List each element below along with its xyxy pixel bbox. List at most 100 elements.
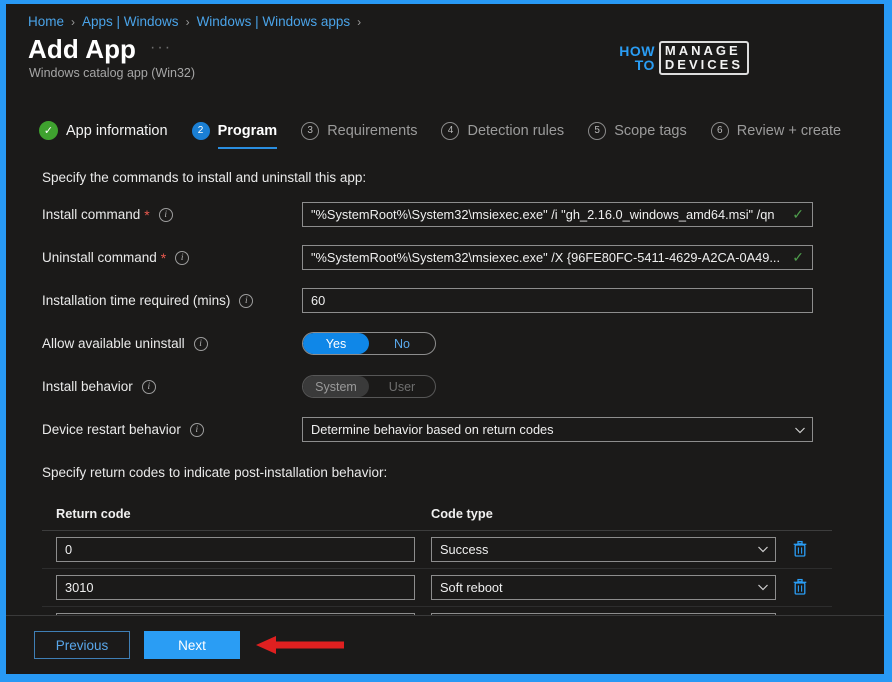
breadcrumb-item-apps-windows[interactable]: Apps | Windows: [82, 15, 179, 29]
select-value: Soft reboot: [440, 579, 503, 595]
label-text: Install behavior: [42, 379, 133, 395]
page-header: Add App ···: [6, 29, 884, 63]
install-command-input[interactable]: "%SystemRoot%\System32\msiexec.exe" /i "…: [302, 202, 813, 228]
installation-time-input[interactable]: 60: [302, 288, 813, 314]
installation-time-label: Installation time required (mins) i: [42, 293, 302, 308]
chevron-down-icon: [757, 543, 769, 555]
allow-uninstall-label: Allow available uninstall i: [42, 336, 302, 351]
install-behavior-label: Install behavior i: [42, 379, 302, 394]
table-row: 0 Success: [42, 531, 832, 569]
input-value: "%SystemRoot%\System32\msiexec.exe" /X {…: [311, 250, 781, 266]
field-install-command: Install command * i "%SystemRoot%\System…: [42, 202, 884, 228]
table-row: 3010 Soft reboot: [42, 569, 832, 607]
logo-manage-text: MANAGE: [664, 43, 741, 59]
validation-check-icon: ✓: [792, 249, 804, 266]
breadcrumb-item-windows-apps[interactable]: Windows | Windows apps: [197, 15, 351, 29]
column-header-return-code: Return code: [56, 505, 131, 521]
info-icon[interactable]: i: [141, 379, 156, 394]
step-badge-number: 6: [710, 121, 729, 140]
breadcrumb-separator-icon: ›: [71, 14, 76, 29]
toggle-option-no[interactable]: No: [369, 333, 435, 354]
return-code-input[interactable]: 0: [56, 536, 415, 562]
logo-devices-text: DEVICES: [664, 57, 743, 72]
tab-detection-rules[interactable]: 4 Detection rules: [441, 114, 564, 148]
required-asterisk: *: [160, 249, 167, 266]
page-subtitle: Windows catalog app (Win32): [29, 65, 196, 80]
tab-label: Detection rules: [467, 122, 565, 139]
label-text: Installation time required (mins): [42, 293, 231, 309]
step-badge-number: 2: [191, 121, 210, 140]
breadcrumb-item-home[interactable]: Home: [28, 15, 64, 29]
field-installation-time: Installation time required (mins) i 60: [42, 288, 884, 314]
tab-program[interactable]: 2 Program: [191, 114, 278, 149]
delete-row-trash-icon[interactable]: [792, 578, 808, 596]
form-intro-text: Specify the commands to install and unin…: [42, 169, 367, 185]
info-icon[interactable]: i: [158, 207, 173, 222]
uninstall-command-input[interactable]: "%SystemRoot%\System32\msiexec.exe" /X {…: [302, 245, 813, 271]
info-icon[interactable]: i: [189, 422, 204, 437]
toggle-option-yes[interactable]: Yes: [303, 333, 369, 355]
label-text: Allow available uninstall: [42, 336, 185, 352]
more-options-icon[interactable]: ···: [150, 39, 172, 57]
toggle-option-system: System: [303, 376, 369, 398]
info-icon[interactable]: i: [175, 250, 190, 265]
input-value: "%SystemRoot%\System32\msiexec.exe" /i "…: [311, 207, 775, 223]
next-button[interactable]: Next: [144, 631, 240, 659]
tab-label: Review + create: [736, 122, 842, 139]
field-device-restart-behavior: Device restart behavior i Determine beha…: [42, 417, 884, 443]
tab-requirements[interactable]: 3 Requirements: [301, 114, 417, 148]
step-badge-number: 3: [301, 121, 320, 140]
tab-review-create[interactable]: 6 Review + create: [710, 114, 842, 148]
info-icon[interactable]: i: [239, 293, 254, 308]
tab-scope-tags[interactable]: 5 Scope tags: [588, 114, 687, 148]
chevron-down-icon: [794, 424, 806, 436]
return-code-input[interactable]: 3010: [56, 574, 415, 600]
wizard-steps: ✓ App information 2 Program 3 Requiremen…: [6, 114, 884, 149]
input-value: 0: [65, 541, 73, 557]
logo-how-text: HOW: [619, 42, 655, 59]
info-icon[interactable]: i: [193, 336, 208, 351]
program-form: Specify the commands to install and unin…: [6, 170, 884, 645]
device-restart-select[interactable]: Determine behavior based on return codes: [302, 417, 813, 443]
install-behavior-toggle: System User: [302, 375, 436, 399]
breadcrumb-separator-icon: ›: [185, 14, 190, 29]
column-header-code-type: Code type: [431, 505, 493, 521]
install-command-label: Install command * i: [42, 207, 302, 223]
delete-row-trash-icon[interactable]: [792, 540, 808, 558]
select-value: Success: [440, 541, 489, 557]
page-title: Add App: [28, 33, 137, 64]
allow-uninstall-toggle[interactable]: Yes No: [302, 332, 436, 356]
table-header-row: Return code Code type: [42, 506, 832, 531]
select-value: Determine behavior based on return codes: [311, 422, 554, 438]
label-text: Install command: [42, 207, 141, 223]
input-value: 3010: [65, 579, 94, 595]
logo-text-left: HOW TO: [619, 42, 655, 73]
step-badge-number: 5: [588, 121, 607, 140]
step-badge-number: 4: [441, 121, 460, 140]
step-badge-check-icon: ✓: [39, 121, 58, 141]
field-allow-available-uninstall: Allow available uninstall i Yes No: [42, 331, 884, 357]
wizard-footer: Previous Next: [6, 615, 884, 674]
howtomanagedevices-logo: HOW TO MANAGE DEVICES: [619, 40, 749, 76]
tab-label: Program: [217, 122, 278, 139]
return-codes-intro-text: Specify return codes to indicate post-in…: [42, 464, 388, 480]
azure-portal-blade: Home › Apps | Windows › Windows | Window…: [6, 4, 884, 674]
uninstall-command-label: Uninstall command * i: [42, 250, 302, 266]
tab-app-information[interactable]: ✓ App information: [39, 114, 168, 148]
logo-box: MANAGE DEVICES: [658, 41, 749, 75]
breadcrumb-separator-icon: ›: [357, 14, 362, 29]
logo-to-text: TO: [634, 57, 655, 73]
tab-label: Scope tags: [614, 122, 687, 139]
input-value: 60: [311, 293, 326, 309]
code-type-select[interactable]: Success: [431, 536, 776, 562]
breadcrumb: Home › Apps | Windows › Windows | Window…: [6, 4, 884, 29]
previous-button[interactable]: Previous: [34, 631, 130, 659]
code-type-select[interactable]: Soft reboot: [431, 574, 776, 600]
annotation-arrow-icon: [256, 634, 346, 656]
field-uninstall-command: Uninstall command * i "%SystemRoot%\Syst…: [42, 245, 884, 271]
tab-label: Requirements: [327, 122, 418, 139]
toggle-option-user: User: [388, 379, 416, 394]
label-text: Device restart behavior: [42, 422, 181, 438]
device-restart-label: Device restart behavior i: [42, 422, 302, 437]
screenshot-frame: Home › Apps | Windows › Windows | Window…: [0, 0, 892, 682]
